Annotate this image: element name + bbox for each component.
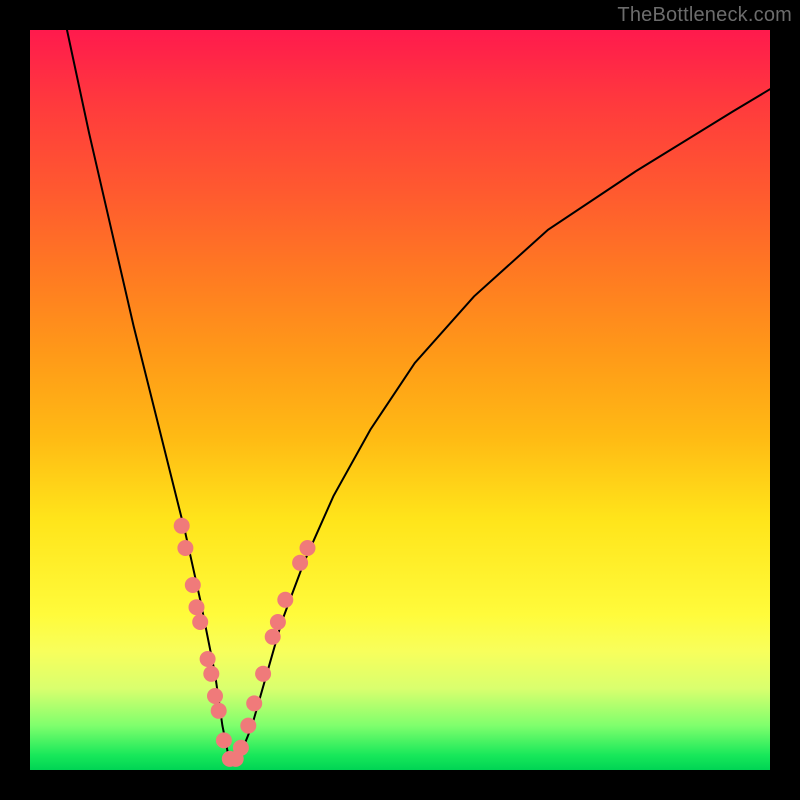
datapoint [189, 599, 205, 615]
datapoint [255, 666, 271, 682]
bottleneck-curve [67, 30, 770, 763]
datapoint [185, 577, 201, 593]
datapoint [233, 740, 249, 756]
datapoint [203, 666, 219, 682]
datapoint [277, 592, 293, 608]
datapoint [300, 540, 316, 556]
datapoint [200, 651, 216, 667]
curve-layer [30, 30, 770, 770]
datapoint [216, 732, 232, 748]
datapoint [211, 703, 227, 719]
datapoint [177, 540, 193, 556]
datapoint [207, 688, 223, 704]
datapoint [265, 629, 281, 645]
datapoint [174, 518, 190, 534]
datapoint [246, 695, 262, 711]
plot-area [30, 30, 770, 770]
datapoint [270, 614, 286, 630]
datapoint [292, 555, 308, 571]
datapoints-group [174, 518, 316, 767]
chart-stage: TheBottleneck.com [0, 0, 800, 800]
datapoint [192, 614, 208, 630]
datapoint [240, 718, 256, 734]
watermark-text: TheBottleneck.com [617, 4, 792, 27]
